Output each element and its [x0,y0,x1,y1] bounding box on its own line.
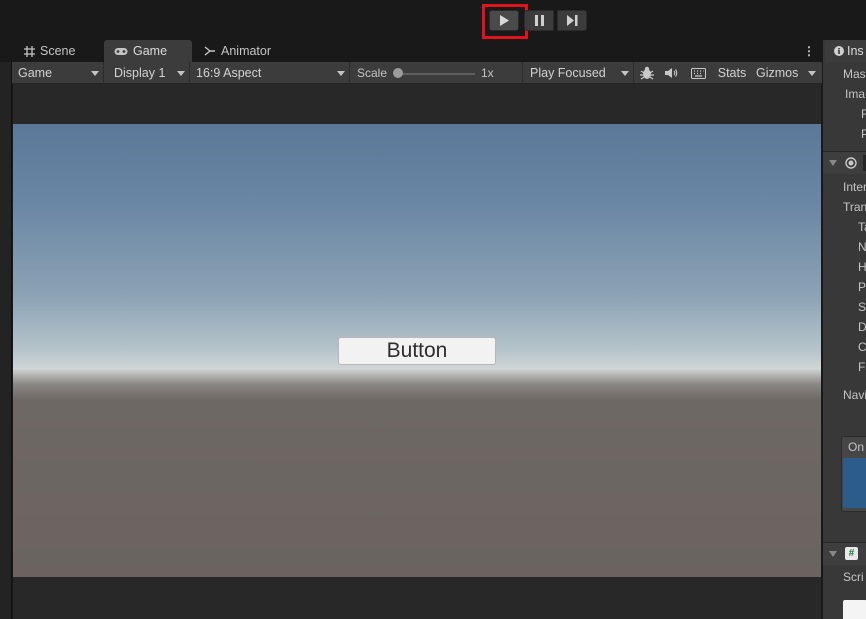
chevron-down-icon [91,71,99,76]
inspector-field-label: S [858,300,866,314]
inspector-field-label: Ta [858,220,866,234]
bug-icon[interactable] [636,62,658,84]
inspector-field-label: Scri [843,570,864,584]
game-view[interactable]: Button [13,124,821,577]
tab-scene-label: Scene [40,44,76,58]
play-mode-value: Play Focused [530,66,606,80]
animator-icon [204,46,215,56]
tab-inspector[interactable]: Ins [825,40,866,62]
keyboard-icon[interactable] [686,62,710,84]
inspector-field-label: Ima [845,87,866,101]
radio-component-icon [845,157,857,169]
tab-game-label: Game [133,44,168,58]
pause-button[interactable] [524,10,554,31]
inspector-field-label: Inter [843,180,866,194]
component-header[interactable]: # [823,543,866,565]
audio-mute-icon[interactable] [660,62,682,84]
event-list-header: On [848,440,865,454]
scale-slider-thumb[interactable] [393,68,403,78]
scale-label: Scale [357,66,388,80]
play-icon [500,15,509,26]
inspector-field-label: Tran [843,200,866,214]
game-view-letterbox-top [13,84,821,124]
inspector-field-label: N [858,240,866,254]
inspector-field-label: P [858,280,866,294]
tab-animator[interactable]: Animator [194,40,281,62]
main-toolbar [0,0,866,40]
inspector-field-label: F [861,107,866,121]
play-mode-dropdown[interactable]: Play Focused [524,62,634,84]
gizmos-dropdown[interactable]: Gizmos [750,62,820,84]
display-value: Display 1 [114,66,166,80]
tab-animator-label: Animator [221,44,272,58]
pause-icon [534,15,544,26]
gamepad-icon [114,47,128,55]
step-icon [566,15,577,26]
onclick-event-list[interactable]: On [841,436,866,512]
scale-value: 1x [481,66,494,80]
inspector-field-label: Fa [858,360,866,374]
display-dropdown[interactable]: Display 1 [108,62,190,84]
inspector-panel: Ins Mas Ima F P Inter Tran Ta N H P S D … [822,40,866,619]
inspector-field-label: P [861,127,866,141]
tab-scene[interactable]: Scene [14,40,85,62]
foldout-triangle-icon [829,551,837,557]
aspect-dropdown[interactable]: 16:9 Aspect [190,62,350,84]
gizmos-label: Gizmos [756,66,799,80]
play-button[interactable] [489,10,519,31]
chevron-down-icon [621,71,629,76]
tab-game[interactable]: Game [104,40,192,62]
tab-inspector-label: Ins [847,44,864,58]
left-panel-edge [0,40,12,619]
inspector-field-label: C [858,340,866,354]
scale-slider-track[interactable] [399,73,475,75]
script-icon: # [845,547,858,560]
game-view-control-bar: Game Display 1 16:9 Aspect Scale 1x Play… [12,62,822,84]
info-icon [834,46,844,56]
game-view-letterbox-bottom [13,577,821,619]
scale-control: Scale 1x [351,62,523,84]
inspector-field-label: Mas [843,67,866,81]
inspector-field-label: Navi [843,388,866,402]
chevron-down-icon [808,71,816,76]
step-button[interactable] [557,10,587,31]
more-options-icon[interactable]: ⋮ [803,43,815,59]
foldout-triangle-icon [829,160,837,166]
event-list-selected-row[interactable] [843,458,866,508]
chevron-down-icon [337,71,345,76]
game-ui-button[interactable]: Button [338,337,496,365]
inspector-field-label: D [858,320,866,334]
grid-icon [24,45,35,57]
view-tab-bar: Scene Game Animator ⋮ [0,40,822,62]
view-mode-dropdown[interactable]: Game [12,62,104,84]
stats-button[interactable]: Stats [714,62,750,84]
script-field[interactable] [843,600,866,619]
component-header[interactable] [823,152,866,174]
view-mode-value: Game [18,66,53,80]
aspect-value: 16:9 Aspect [196,66,262,80]
inspector-field-label: H [858,260,866,274]
chevron-down-icon [177,71,185,76]
